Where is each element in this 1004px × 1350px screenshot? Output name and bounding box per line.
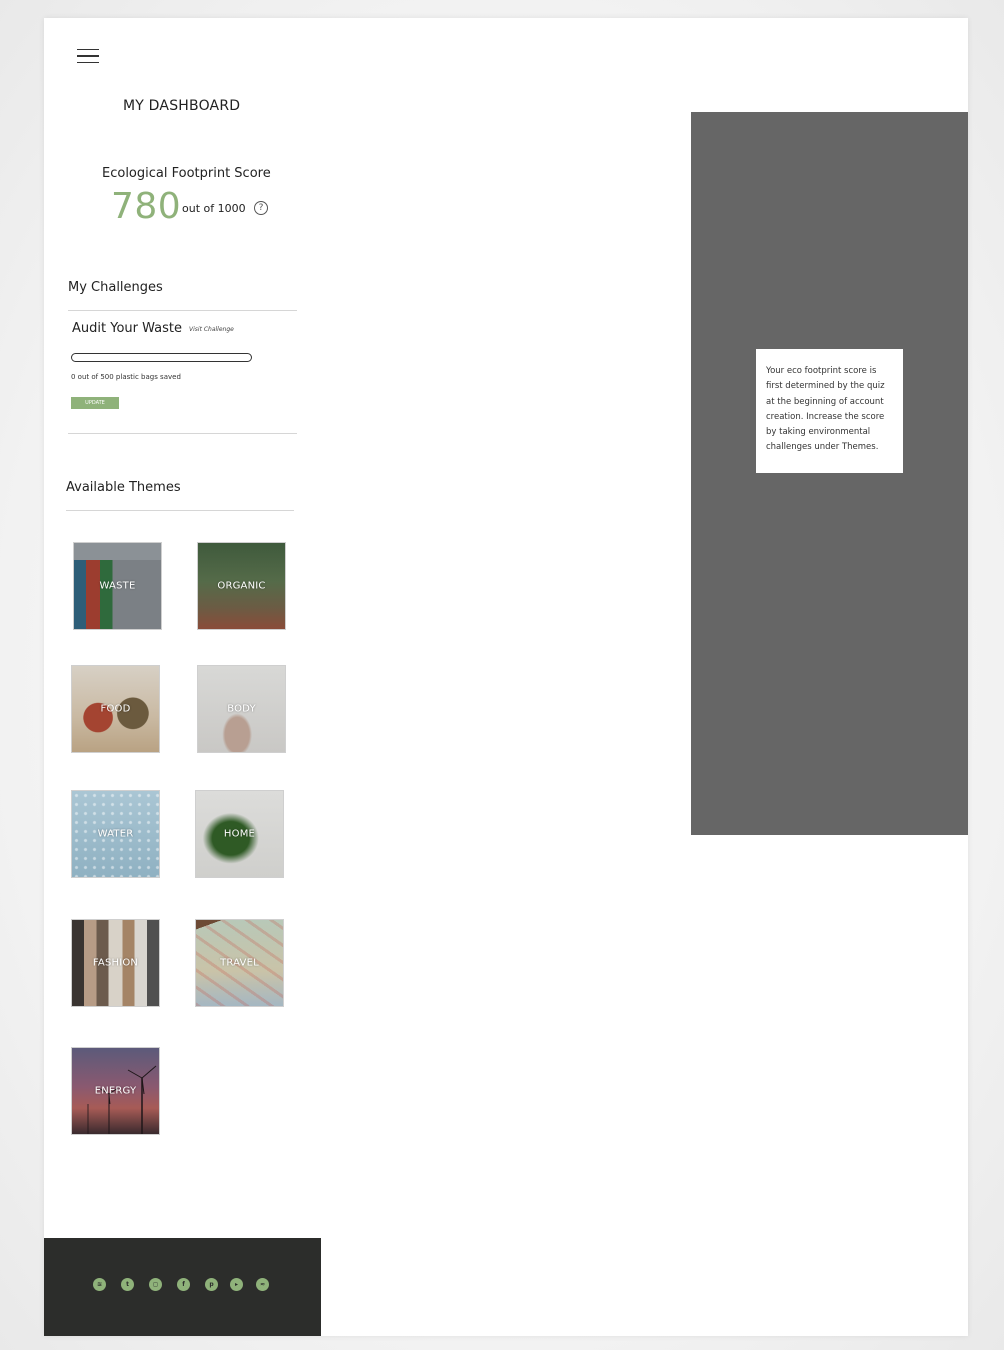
score-out-of: out of 1000 xyxy=(182,202,246,215)
score-info-tooltip: Your eco footprint score is first determ… xyxy=(756,349,903,473)
theme-label: ORGANIC xyxy=(217,580,266,592)
theme-label: BODY xyxy=(227,703,256,715)
score-value: 780 xyxy=(111,186,182,227)
score-label: Ecological Footprint Score xyxy=(102,166,271,181)
theme-tile-body[interactable]: BODY xyxy=(197,665,286,753)
theme-label: FOOD xyxy=(100,703,131,715)
theme-tile-organic[interactable]: ORGANIC xyxy=(197,542,286,630)
spotify-icon[interactable]: ≋ xyxy=(93,1278,106,1291)
footer: ≋ t ◻ f p ▸ ≈ xyxy=(44,1238,321,1336)
theme-label: WATER xyxy=(97,828,134,840)
challenges-heading: My Challenges xyxy=(68,280,163,295)
theme-tile-food[interactable]: FOOD xyxy=(71,665,160,753)
twitter-icon[interactable]: t xyxy=(121,1278,134,1291)
theme-label: HOME xyxy=(223,828,256,840)
rss-icon[interactable]: ≈ xyxy=(256,1278,269,1291)
theme-label: ENERGY xyxy=(94,1085,137,1097)
challenge-title: Audit Your Waste xyxy=(72,321,182,336)
update-button[interactable]: UPDATE xyxy=(71,397,119,409)
theme-tile-waste[interactable]: WASTE xyxy=(73,542,162,630)
youtube-icon[interactable]: ▸ xyxy=(230,1278,243,1291)
page-title: MY DASHBOARD xyxy=(123,98,241,114)
help-icon[interactable]: ? xyxy=(254,201,268,215)
theme-label: TRAVEL xyxy=(220,957,259,969)
page: MY DASHBOARD Ecological Footprint Score … xyxy=(44,18,968,1336)
challenges-bottom-divider xyxy=(68,433,297,434)
challenges-divider xyxy=(68,310,297,311)
hamburger-menu-icon[interactable] xyxy=(77,49,99,63)
themes-heading: Available Themes xyxy=(66,480,181,495)
theme-label: WASTE xyxy=(99,580,136,592)
theme-tile-energy[interactable]: ENERGY xyxy=(71,1047,160,1135)
overlay-panel: Your eco footprint score is first determ… xyxy=(691,112,968,835)
facebook-icon[interactable]: f xyxy=(177,1278,190,1291)
challenge-status: 0 out of 500 plastic bags saved xyxy=(71,373,181,381)
theme-label: FASHION xyxy=(92,957,139,969)
challenge-progress-bar xyxy=(71,353,252,362)
theme-tile-water[interactable]: WATER xyxy=(71,790,160,878)
theme-tile-travel[interactable]: TRAVEL xyxy=(195,919,284,1007)
themes-divider xyxy=(66,510,294,511)
instagram-icon[interactable]: ◻ xyxy=(149,1278,162,1291)
visit-challenge-link[interactable]: Visit Challenge xyxy=(189,326,234,333)
theme-tile-home[interactable]: HOME xyxy=(195,790,284,878)
theme-tile-fashion[interactable]: FASHION xyxy=(71,919,160,1007)
pinterest-icon[interactable]: p xyxy=(205,1278,218,1291)
